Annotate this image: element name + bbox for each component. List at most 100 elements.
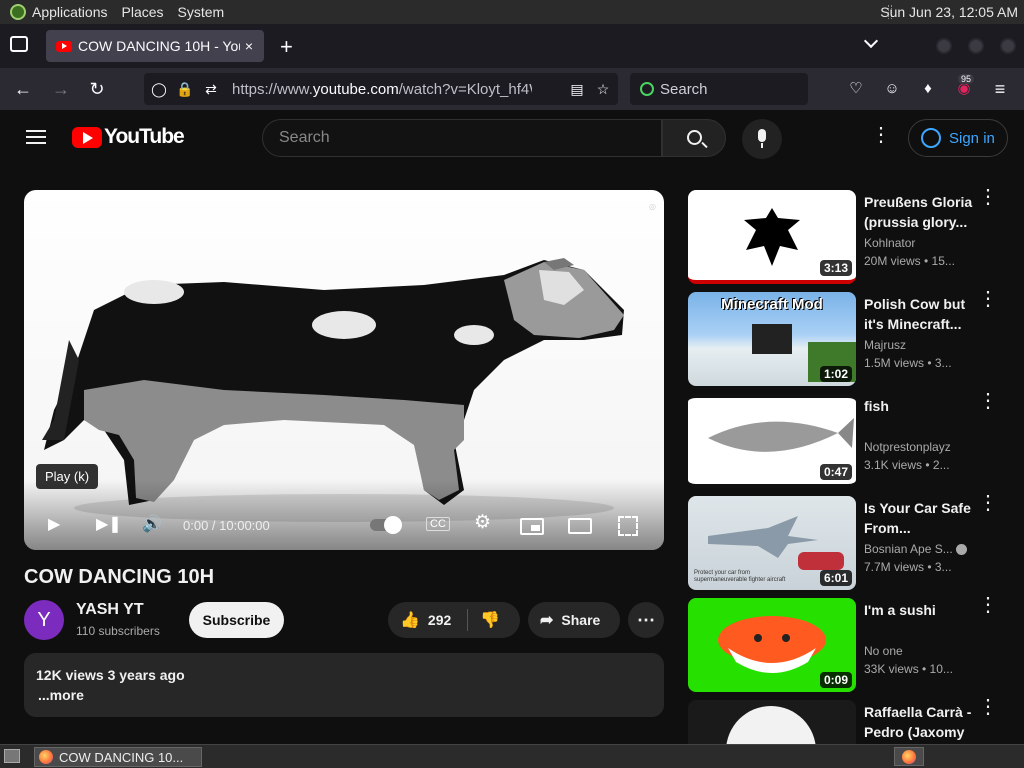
recommendation-thumbnail[interactable]: 0:09 <box>688 598 856 692</box>
recommendation-menu-icon[interactable]: ⋮ <box>978 697 998 717</box>
voice-search-button[interactable] <box>742 119 782 159</box>
recommendation-menu-icon[interactable]: ⋮ <box>978 595 998 615</box>
thumbnail-text: Minecraft Mod <box>721 296 823 313</box>
extensions-icon[interactable]: ♦ <box>915 76 941 102</box>
sign-in-button[interactable]: Sign in <box>908 119 1008 157</box>
recommendation-stats: 1.5M views • 3... <box>864 356 952 370</box>
thumbs-up-icon[interactable]: 👍 <box>400 610 420 630</box>
taskbar-window-button[interactable]: COW DANCING 10... <box>34 747 202 767</box>
recommendation-title[interactable]: Raffaella Carrà - Pedro (Jaxomy ... <box>864 702 974 742</box>
miniplayer-icon[interactable] <box>520 518 544 535</box>
like-dislike-group: 👍 292 👎 <box>388 602 520 638</box>
fullscreen-icon[interactable] <box>618 516 638 536</box>
recommendation-title[interactable]: Is Your Car Safe From... <box>864 498 974 538</box>
show-desktop-icon[interactable] <box>4 749 20 763</box>
recommendation-thumbnail[interactable]: Protect your car from supermaneuverable … <box>688 496 856 590</box>
user-avatar-icon <box>921 128 941 148</box>
recommendation-channel[interactable]: Bosnian Ape S... <box>864 542 968 556</box>
autoplay-toggle[interactable] <box>370 516 402 534</box>
minimize-window-button[interactable] <box>936 38 952 54</box>
channel-name[interactable]: YASH YT <box>76 601 144 619</box>
url-text[interactable]: https://www.youtube.com/watch?v=Kloyt_hf… <box>232 81 532 98</box>
recommendation-item[interactable]: Protect your car from supermaneuverable … <box>688 493 1024 592</box>
youtube-logo-text[interactable]: YouTube <box>104 125 185 149</box>
reload-icon[interactable]: ↻ <box>84 76 110 102</box>
recommendation-title[interactable]: Preußens Gloria (prussia glory... <box>864 192 974 232</box>
applications-menu[interactable]: Applications <box>32 4 108 20</box>
system-menu[interactable]: System <box>178 4 225 20</box>
pocket-icon[interactable]: ♡ <box>843 76 869 102</box>
channel-avatar[interactable]: Y <box>24 600 64 640</box>
recommendation-menu-icon[interactable]: ⋮ <box>978 493 998 513</box>
recommendation-menu-icon[interactable]: ⋮ <box>978 391 998 411</box>
places-menu[interactable]: Places <box>122 4 164 20</box>
video-duration: 6:01 <box>819 570 852 586</box>
recommendation-title[interactable]: Polish Cow but it's Minecraft... <box>864 294 974 334</box>
recommendation-stats: 20M views • 15... <box>864 254 955 268</box>
guide-menu-icon[interactable] <box>26 130 46 144</box>
forward-arrow-icon[interactable]: → <box>48 76 74 102</box>
bookmark-star-icon[interactable]: ☆ <box>592 81 614 98</box>
recommendation-thumbnail[interactable]: 3:13 <box>688 190 856 284</box>
recommendation-channel[interactable]: Kohlnator <box>864 236 915 250</box>
recommendation-title[interactable]: I'm a sushi <box>864 600 974 620</box>
video-player[interactable]: ◎​ Play (k) ▶ ▶❚ 🔊 0:00 / 10:00:00 CC ⚙ <box>24 190 664 550</box>
video-time: 0:00 / 10:00:00 <box>183 518 270 533</box>
account-icon[interactable]: ☺ <box>879 76 905 102</box>
recommendation-item[interactable]: Raffaella Carrà - Pedro (Jaxomy ... ⋮ <box>688 697 1024 744</box>
recommendation-channel[interactable]: Majrusz <box>864 338 906 352</box>
recommendation-menu-icon[interactable]: ⋮ <box>978 289 998 309</box>
browser-search-bar[interactable]: Search <box>630 73 808 105</box>
play-icon[interactable]: ▶ <box>48 514 60 534</box>
captions-icon[interactable]: CC <box>426 517 450 531</box>
recommendation-thumbnail[interactable]: 0:47 <box>688 394 856 488</box>
next-video-icon[interactable]: ▶❚ <box>96 514 122 534</box>
back-arrow-icon[interactable]: ← <box>10 76 36 102</box>
thumbs-down-icon[interactable]: 👎 <box>480 610 500 630</box>
more-actions-button[interactable]: ⋯ <box>628 602 664 638</box>
tab-overview-icon[interactable] <box>10 36 28 52</box>
recommendation-channel[interactable]: Notprestonplayz <box>864 440 951 454</box>
recommendation-channel[interactable]: No one <box>864 644 903 658</box>
firefox-icon <box>39 750 53 764</box>
theater-mode-icon[interactable] <box>568 518 592 534</box>
recommendation-thumbnail[interactable]: Minecraft Mod 1:02 <box>688 292 856 386</box>
settings-gear-icon[interactable]: ⚙ <box>474 511 491 534</box>
verified-badge-icon <box>956 544 968 556</box>
permissions-icon[interactable]: ⇄ <box>200 81 222 98</box>
description-box[interactable]: 12K views 3 years ago ...more <box>24 653 664 717</box>
workspace-switcher[interactable] <box>894 747 924 766</box>
address-bar[interactable]: ◯ 🔒 ⇄ https://www.youtube.com/watch?v=Kl… <box>144 73 618 105</box>
youtube-favicon-icon <box>56 40 72 52</box>
youtube-search-input[interactable]: Search <box>262 119 662 157</box>
list-all-tabs-chevron-icon[interactable] <box>863 33 879 49</box>
distro-logo-icon[interactable] <box>10 4 26 20</box>
subscribe-button[interactable]: Subscribe <box>189 602 284 638</box>
like-count[interactable]: 292 <box>428 612 451 628</box>
tracking-shield-icon[interactable]: ◯ <box>148 81 170 98</box>
recommendation-item[interactable]: 3:13 Preußens Gloria (prussia glory... K… <box>688 187 1024 286</box>
tab-close-icon[interactable]: × <box>240 38 258 54</box>
close-window-button[interactable] <box>1000 38 1016 54</box>
share-label: Share <box>561 612 601 628</box>
lock-icon[interactable]: 🔒 <box>174 81 196 98</box>
recommendation-item[interactable]: Minecraft Mod 1:02 Polish Cow but it's M… <box>688 289 1024 388</box>
recommendation-title[interactable]: fish <box>864 396 974 416</box>
reader-view-icon[interactable]: ▤ <box>566 81 588 98</box>
settings-more-icon[interactable]: ⋮ <box>871 125 891 145</box>
show-more-link[interactable]: ...more <box>38 687 84 703</box>
minecraft-cow-icon <box>752 324 792 354</box>
recommendation-menu-icon[interactable]: ⋮ <box>978 187 998 207</box>
volume-icon[interactable]: 🔊 <box>142 514 162 534</box>
recommendation-thumbnail[interactable] <box>688 700 856 744</box>
browser-tab-active[interactable]: COW DANCING 10H - YouTube × <box>46 30 264 62</box>
maximize-window-button[interactable] <box>968 38 984 54</box>
app-menu-icon[interactable]: ≡ <box>987 76 1013 102</box>
new-tab-button[interactable]: + <box>280 34 293 60</box>
recommendation-item[interactable]: 0:09 I'm a sushi No one 33K views • 10..… <box>688 595 1024 694</box>
share-button[interactable]: ➦ Share <box>528 602 620 638</box>
youtube-search-button[interactable] <box>662 119 726 157</box>
recommendation-item[interactable]: 0:47 fish Notprestonplayz 3.1K views • 2… <box>688 391 1024 490</box>
youtube-logo-icon[interactable] <box>72 127 102 148</box>
panel-clock[interactable]: Sun Jun 23, 12:05 AM <box>880 4 1018 20</box>
